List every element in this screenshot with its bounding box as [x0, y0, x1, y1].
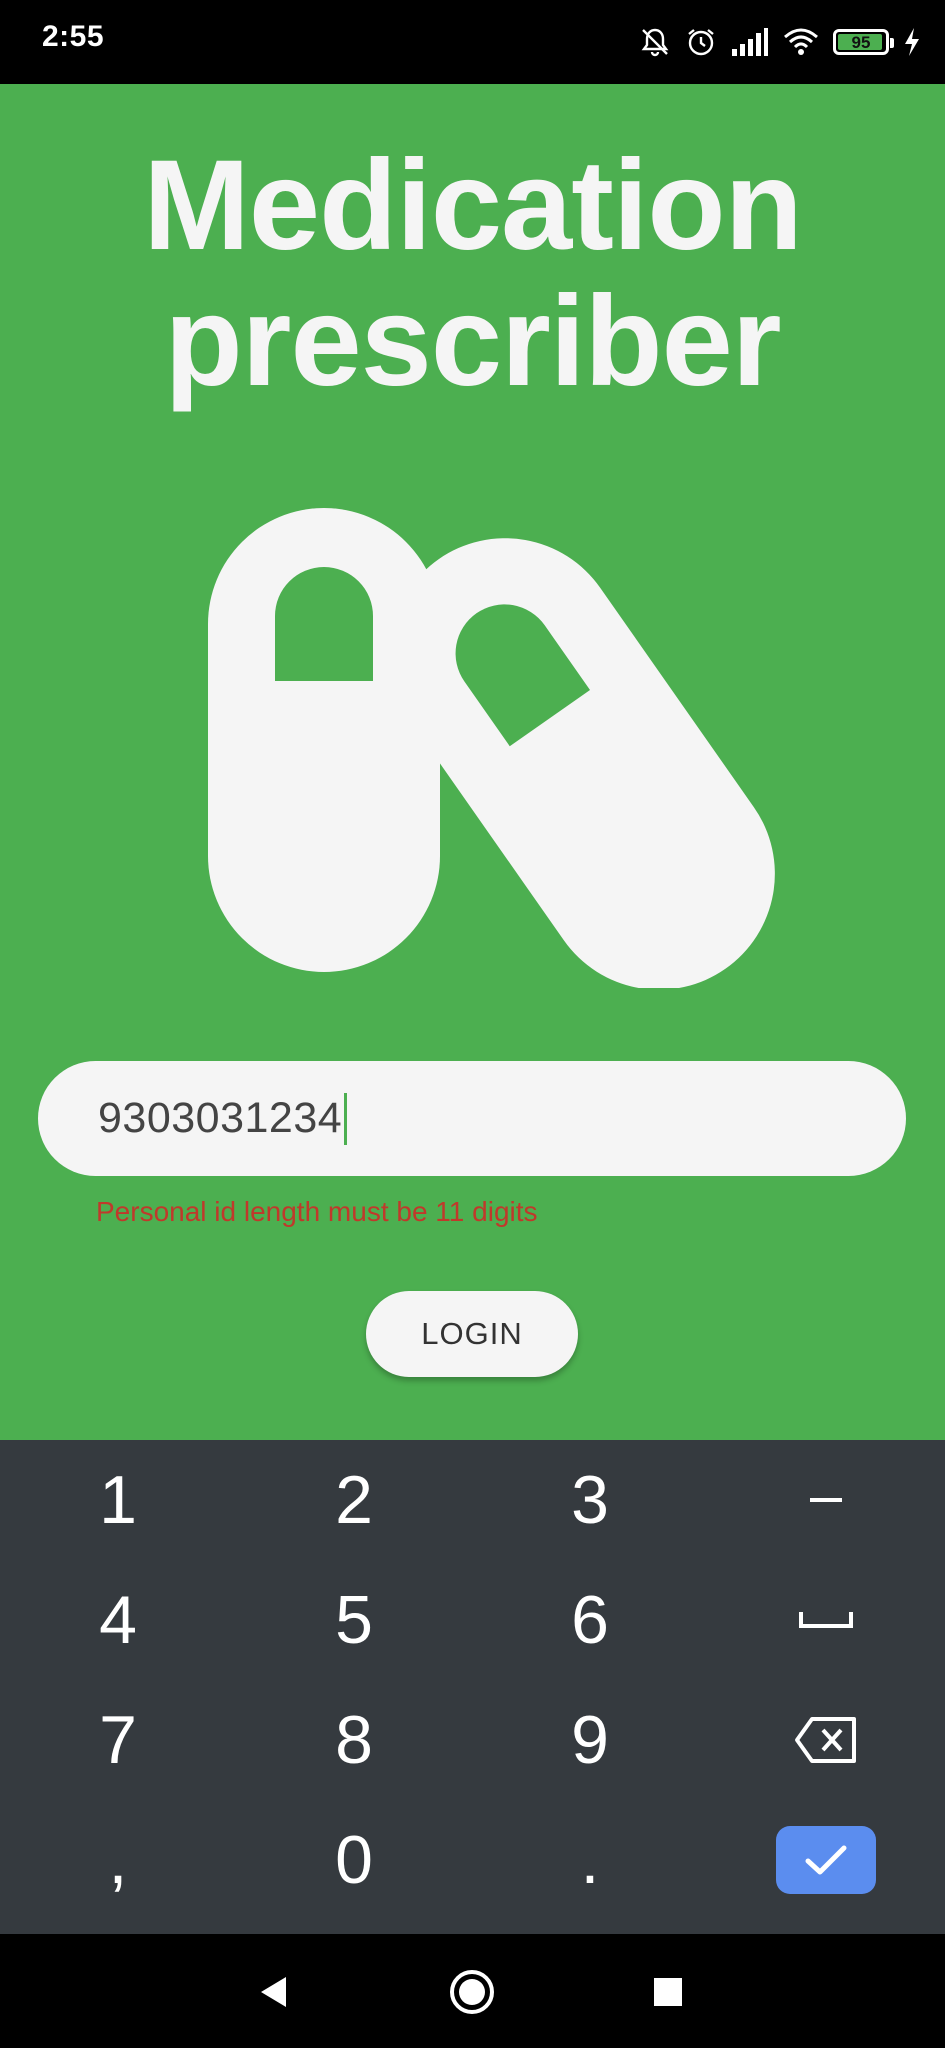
- space-icon: [799, 1612, 853, 1628]
- status-icons: 95: [639, 22, 921, 62]
- login-screen: Medication prescriber 9303031234 Persona…: [0, 84, 945, 1440]
- back-icon[interactable]: [250, 1968, 298, 2016]
- key-minus[interactable]: [708, 1440, 944, 1560]
- backspace-icon: [795, 1717, 856, 1763]
- status-time: 2:55: [42, 20, 105, 53]
- key-2[interactable]: 2: [236, 1440, 472, 1560]
- key-backspace[interactable]: [708, 1680, 944, 1800]
- key-done[interactable]: [708, 1800, 944, 1920]
- done-button[interactable]: [776, 1826, 876, 1894]
- key-space[interactable]: [708, 1560, 944, 1680]
- key-comma[interactable]: ,: [0, 1800, 236, 1920]
- charging-icon: [903, 27, 921, 57]
- bell-off-icon: [639, 26, 671, 58]
- signal-icon: [731, 27, 769, 57]
- app-title-line1: Medication: [143, 134, 803, 277]
- key-period[interactable]: .: [472, 1800, 708, 1920]
- key-6[interactable]: 6: [472, 1560, 708, 1680]
- battery-percent: 95: [851, 33, 871, 52]
- recents-icon[interactable]: [644, 1968, 692, 2016]
- numeric-keyboard: 1 2 3 4 5 6 7 8 9 , 0 .: [0, 1440, 945, 1934]
- home-icon[interactable]: [448, 1968, 496, 2016]
- login-button[interactable]: LOGIN: [366, 1291, 578, 1377]
- wifi-icon: [783, 27, 819, 57]
- key-4[interactable]: 4: [0, 1560, 236, 1680]
- alarm-icon: [685, 26, 717, 58]
- key-3[interactable]: 3: [472, 1440, 708, 1560]
- app-title: Medication prescriber: [0, 138, 945, 410]
- key-8[interactable]: 8: [236, 1680, 472, 1800]
- key-7[interactable]: 7: [0, 1680, 236, 1800]
- error-message: Personal id length must be 11 digits: [96, 1196, 538, 1227]
- minus-icon: [810, 1498, 842, 1502]
- key-0[interactable]: 0: [236, 1800, 472, 1920]
- status-bar: 2:55 95: [0, 0, 945, 84]
- check-icon: [805, 1845, 847, 1875]
- app-title-line2: prescriber: [164, 270, 781, 413]
- personal-id-input[interactable]: 9303031234: [38, 1061, 906, 1176]
- text-caret: [344, 1092, 348, 1145]
- battery-icon: 95: [833, 29, 894, 55]
- key-9[interactable]: 9: [472, 1680, 708, 1800]
- key-5[interactable]: 5: [236, 1560, 472, 1680]
- key-1[interactable]: 1: [0, 1440, 236, 1560]
- navigation-bar: [0, 1934, 945, 2048]
- personal-id-value: 9303031234: [98, 1094, 343, 1142]
- pills-icon: [200, 508, 810, 993]
- screen: 2:55 95 Medication prescriber 9303031234…: [0, 0, 945, 2048]
